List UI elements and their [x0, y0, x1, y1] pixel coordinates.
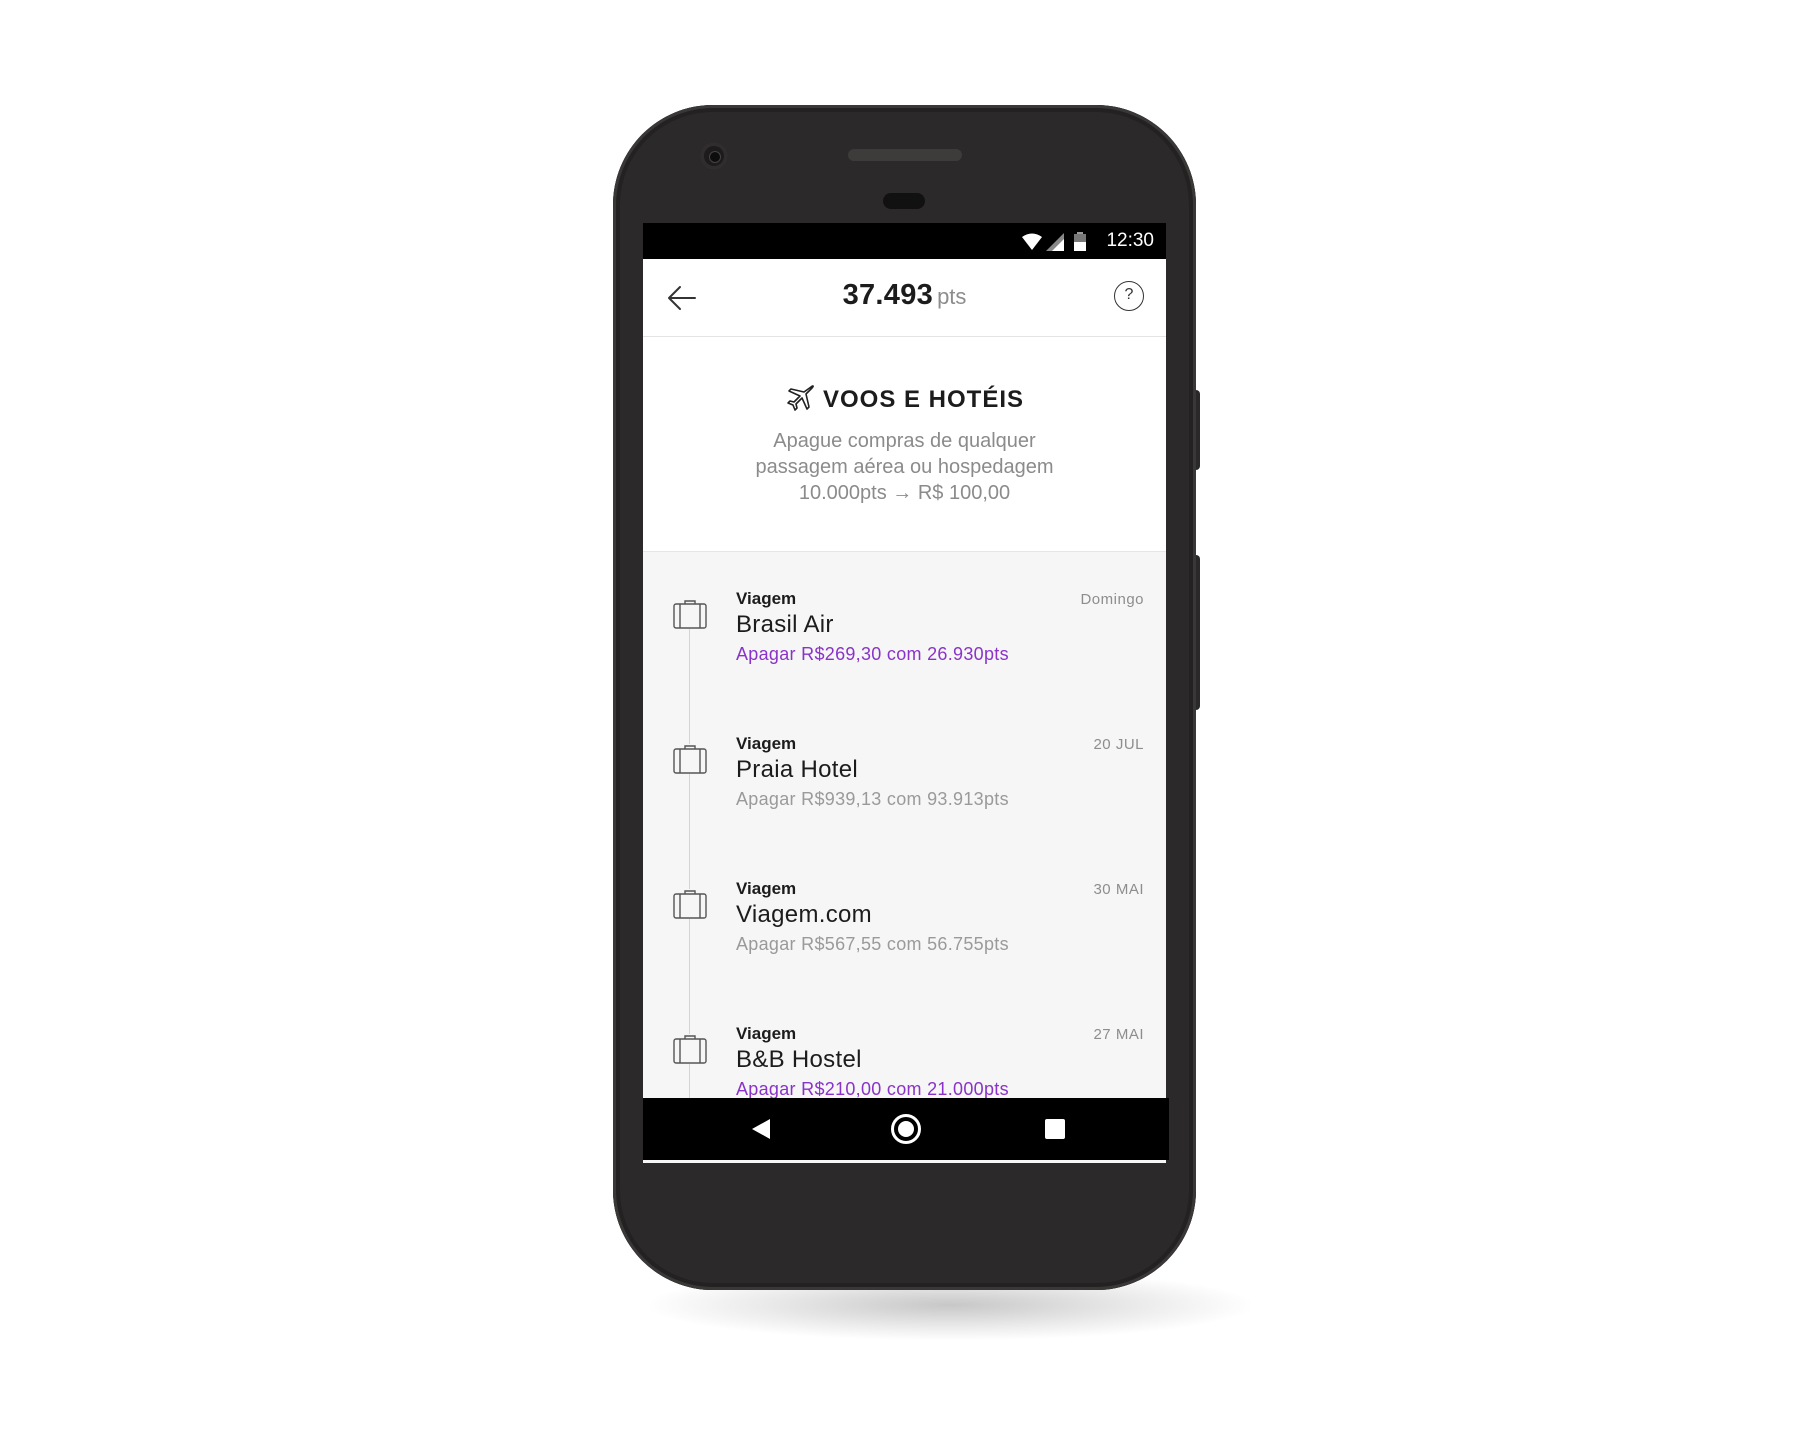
description-line-1: Apague compras de qualquer — [773, 430, 1036, 452]
section-title-text: VOOS E HOTÉIS — [822, 386, 1025, 413]
suitcase-icon — [673, 599, 707, 629]
suitcase-icon — [673, 1034, 707, 1064]
item-date: 27 MAI — [1093, 1026, 1144, 1043]
points-balance: 37.493 pts — [643, 279, 1166, 312]
item-category: Viagem — [736, 734, 797, 753]
android-nav-bar — [643, 1098, 1169, 1160]
list-item[interactable]: Viagem Domingo Brasil Air Apagar R$269,3… — [643, 553, 1166, 673]
suitcase-icon — [673, 889, 707, 919]
list-item[interactable]: Viagem 20 JUL Praia Hotel Apagar R$939,1… — [643, 698, 1166, 818]
battery-icon — [1074, 232, 1086, 251]
help-question-icon[interactable]: ? — [1114, 281, 1144, 311]
section-title: VOOS E HOTÉIS — [643, 383, 1166, 414]
item-name: Brasil Air — [736, 611, 834, 638]
signal-icon — [1046, 233, 1064, 251]
item-date: 30 MAI — [1093, 881, 1144, 898]
list-item[interactable]: Viagem 27 MAI B&B Hostel Apagar R$210,00… — [643, 988, 1166, 1108]
stage: 12:30 37.493 pts ? VOOS E HOTÉIS Apague c… — [0, 0, 1800, 1440]
item-name: Viagem.com — [736, 901, 872, 928]
proximity-sensor — [883, 193, 925, 209]
item-action-link[interactable]: Apagar R$210,00 com 21.000pts — [736, 1079, 1009, 1100]
wifi-icon — [1022, 233, 1042, 250]
item-date: Domingo — [1080, 591, 1144, 608]
status-icons — [1022, 232, 1086, 251]
description-line-2: passagem aérea ou hospedagem — [755, 456, 1054, 478]
nav-home-icon[interactable] — [891, 1114, 921, 1144]
app-bar: 37.493 pts ? — [643, 259, 1166, 337]
status-bar: 12:30 — [643, 223, 1166, 259]
points-value: 37.493 — [842, 279, 934, 311]
item-category: Viagem — [736, 589, 797, 608]
earpiece-speaker — [848, 149, 962, 161]
phone-screen: 12:30 37.493 pts ? VOOS E HOTÉIS Apague c… — [643, 223, 1166, 1163]
nav-recents-icon[interactable] — [1045, 1119, 1065, 1139]
item-action-text: Apagar R$567,55 com 56.755pts — [736, 934, 1009, 954]
list-item[interactable]: Viagem 30 MAI Viagem.com Apagar R$567,55… — [643, 843, 1166, 963]
transaction-list: Viagem Domingo Brasil Air Apagar R$269,3… — [643, 553, 1166, 1148]
item-name: B&B Hostel — [736, 1046, 862, 1073]
item-name: Praia Hotel — [736, 756, 859, 783]
item-date: 20 JUL — [1093, 736, 1144, 753]
category-header: VOOS E HOTÉIS Apague compras de qualquer… — [643, 337, 1166, 552]
section-description: Apague compras de qualquer passagem aére… — [683, 428, 1126, 506]
points-unit: pts — [937, 284, 967, 309]
item-category: Viagem — [736, 1024, 797, 1043]
item-action-text: Apagar R$939,13 com 93.913pts — [736, 789, 1009, 809]
status-time: 12:30 — [1106, 230, 1154, 251]
item-category: Viagem — [736, 879, 797, 898]
suitcase-icon — [673, 744, 707, 774]
airplane-icon — [787, 385, 814, 411]
front-camera — [700, 142, 728, 170]
nav-back-icon[interactable] — [751, 1118, 771, 1140]
item-action-link[interactable]: Apagar R$269,30 com 26.930pts — [736, 644, 1009, 665]
description-line-3: 10.000pts → R$ 100,00 — [798, 482, 1011, 504]
